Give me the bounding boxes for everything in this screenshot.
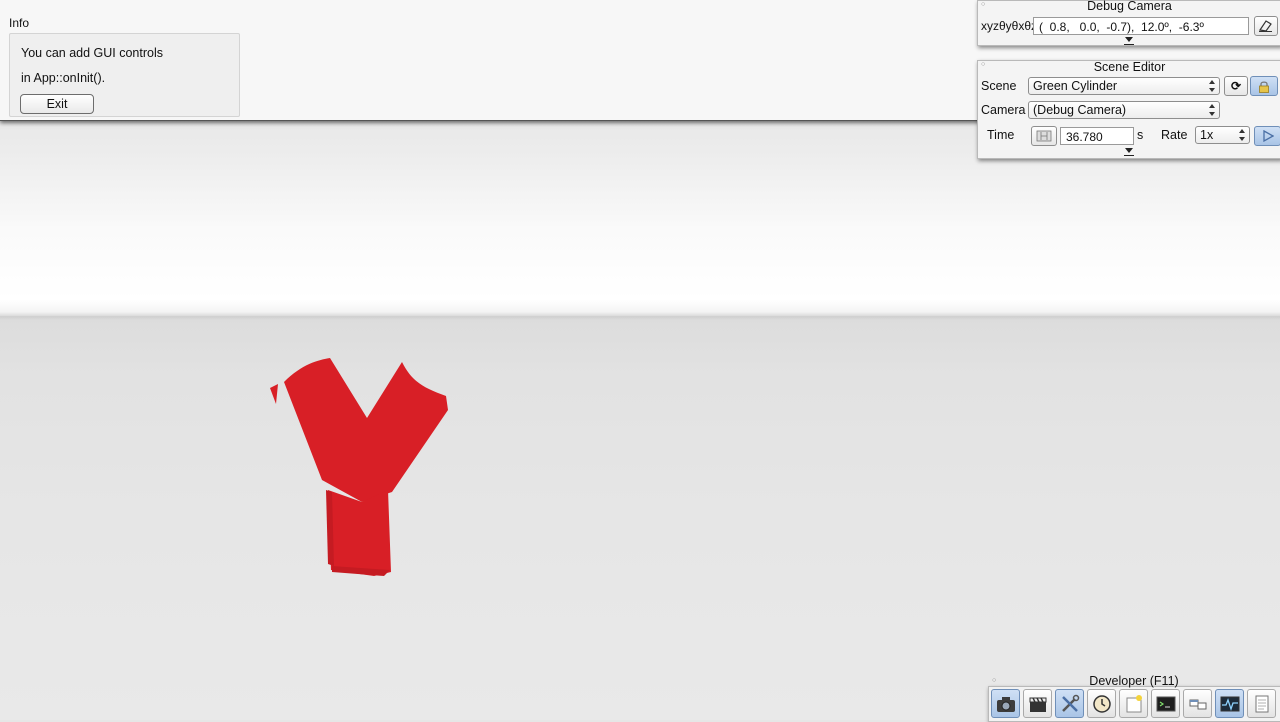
time-field[interactable]: 36.780 xyxy=(1060,127,1134,145)
camera-label: Camera xyxy=(981,103,1026,117)
horizon xyxy=(0,312,1280,320)
developer-title[interactable]: Developer (F11) xyxy=(988,675,1280,688)
ground-plane xyxy=(0,316,1280,720)
lock-scene-button[interactable] xyxy=(1250,76,1278,96)
windows-icon xyxy=(1189,699,1207,710)
scene-label: Scene xyxy=(981,79,1017,93)
clapperboard-icon xyxy=(1029,697,1047,712)
scene-select[interactable]: Green Cylinder xyxy=(1028,77,1220,95)
time-unit: s xyxy=(1137,128,1144,142)
profiler-button[interactable] xyxy=(1215,689,1244,718)
camera-xyz-label: xyzθyθxθz xyxy=(981,19,1038,33)
camera-icon xyxy=(997,697,1015,712)
console-button[interactable] xyxy=(1151,689,1180,718)
log-button[interactable] xyxy=(1247,689,1276,718)
info-window: Info You can add GUI controls in App::on… xyxy=(0,14,245,120)
gui-windows-button[interactable] xyxy=(1183,689,1212,718)
lock-icon xyxy=(1259,81,1269,93)
info-panel: You can add GUI controls in App::onInit(… xyxy=(9,33,240,117)
select-arrows-icon xyxy=(1209,80,1216,92)
exit-button[interactable]: Exit xyxy=(20,94,94,114)
scene-editor-expand-icon[interactable] xyxy=(1124,147,1134,156)
copy-camera-button[interactable] xyxy=(1254,16,1278,36)
terminal-icon xyxy=(1156,696,1176,712)
play-icon xyxy=(1262,129,1274,143)
camera-position-field[interactable]: ( 0.8, 0.0, -0.7), 12.0º, -6.3º xyxy=(1033,17,1249,35)
camera-select-value: (Debug Camera) xyxy=(1033,103,1127,117)
scene-editor-title[interactable]: Scene Editor xyxy=(978,61,1280,74)
scene-select-value: Green Cylinder xyxy=(1033,79,1118,93)
profiler-icon xyxy=(1220,696,1240,712)
window-grip-icon[interactable]: ○ xyxy=(981,61,985,68)
select-arrows-icon xyxy=(1209,104,1216,116)
rate-label: Rate xyxy=(1161,128,1188,142)
reset-time-button[interactable] xyxy=(1031,126,1057,146)
window-grip-icon[interactable]: ○ xyxy=(981,1,985,8)
tools-button[interactable] xyxy=(1055,689,1084,718)
info-text-line-2: in App::onInit(). xyxy=(21,71,106,85)
camera-select[interactable]: (Debug Camera) xyxy=(1028,101,1220,119)
info-window-title: Info xyxy=(9,16,30,30)
filmstrip-icon xyxy=(1036,130,1052,142)
developer-toolbar: Developer (F11) ○ xyxy=(988,675,1280,722)
new-window-button[interactable] xyxy=(1119,689,1148,718)
info-text-line-1: You can add GUI controls xyxy=(21,46,163,60)
tools-icon xyxy=(1062,694,1080,712)
time-label: Time xyxy=(987,128,1015,142)
reload-icon: ⟳ xyxy=(1230,79,1242,93)
eraser-icon xyxy=(1258,20,1272,32)
document-icon xyxy=(1255,695,1269,713)
movie-button[interactable] xyxy=(1023,689,1052,718)
scene-editor-window: Scene Editor ○ Scene Green Cylinder ⟳ Ca… xyxy=(977,60,1280,159)
debug-camera-title[interactable]: Debug Camera xyxy=(978,0,1280,13)
window-grip-icon[interactable]: ○ xyxy=(992,677,996,684)
clock-icon xyxy=(1093,695,1111,713)
red-y-model[interactable] xyxy=(262,352,452,578)
rate-select[interactable]: 1x xyxy=(1195,126,1250,144)
play-button[interactable] xyxy=(1254,126,1280,146)
rate-select-value: 1x xyxy=(1200,128,1214,142)
clock-button[interactable] xyxy=(1087,689,1116,718)
debug-camera-expand-icon[interactable] xyxy=(1124,36,1134,45)
debug-camera-window: Debug Camera ○ xyzθyθxθz ( 0.8, 0.0, -0.… xyxy=(977,0,1280,46)
new-document-icon xyxy=(1126,695,1142,713)
select-arrows-icon xyxy=(1239,129,1246,141)
camera-button[interactable] xyxy=(991,689,1020,718)
reload-scene-button[interactable]: ⟳ xyxy=(1224,76,1248,96)
